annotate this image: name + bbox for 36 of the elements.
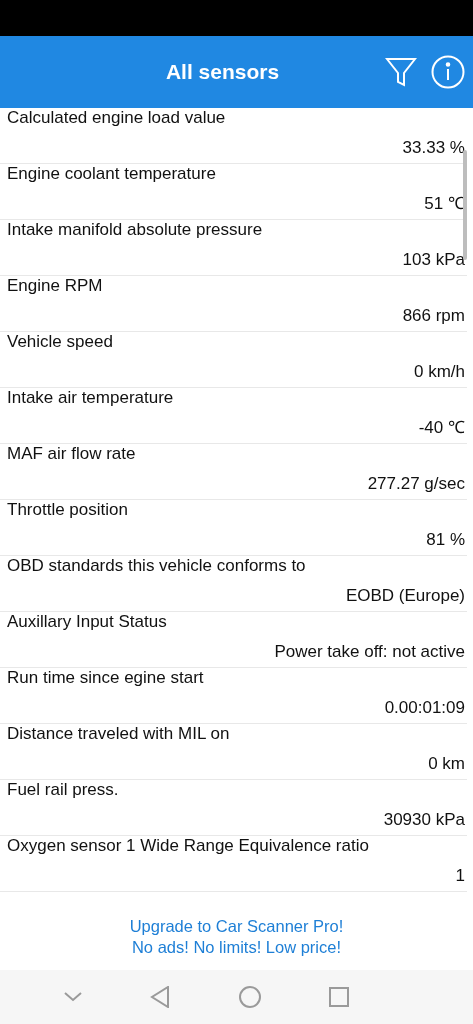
sensor-name: Engine coolant temperature (6, 164, 216, 184)
sensor-name: Oxygen sensor 1 Wide Range Equivalence ratio (6, 836, 369, 856)
upgrade-link[interactable]: No ads! No limits! Low price! (131, 937, 342, 958)
sensor-name: Run time since egine start (6, 668, 204, 688)
sensor-value: -40 ℃ (418, 418, 466, 438)
sensor-name: Calculated engine load value (6, 108, 226, 128)
filter-icon[interactable] (385, 56, 417, 88)
sensor-value: 33.33 % (402, 138, 466, 158)
sensor-name: Distance traveled with MIL on (6, 724, 230, 744)
sensor-name: Engine RPM (6, 276, 103, 296)
info-icon[interactable] (431, 55, 465, 89)
sensor-name: Vehicle speed (6, 332, 113, 352)
sensor-name: Fuel rail press. (6, 780, 119, 800)
sensor-name: MAF air flow rate (6, 444, 136, 464)
sensor-name: Intake manifold absolute pressure (6, 220, 263, 240)
sensor-value: 81 % (426, 530, 466, 550)
back-icon[interactable] (150, 986, 171, 1008)
sensor-value: 103 kPa (402, 250, 466, 270)
sensor-value: 277.27 g/sec (367, 474, 466, 494)
screen-title: All sensors (164, 60, 281, 84)
sensor-value: 0 km (428, 754, 466, 774)
sensor-value: Power take off: not active (274, 642, 466, 662)
sensor-name: Throttle position (6, 500, 128, 520)
recents-icon[interactable] (328, 987, 349, 1007)
upgrade-link[interactable]: Upgrade to Car Scanner Pro! (129, 916, 344, 937)
chevron-down-icon[interactable] (64, 992, 83, 1002)
sensor-name: OBD standards this vehicle conforms to (6, 556, 306, 576)
sensor-value: 0.00:01:09 (384, 698, 466, 718)
sensor-name: Auxillary Input Status (6, 612, 167, 632)
sensor-value: 30930 kPa (383, 810, 466, 830)
sensor-value: 0 km/h (413, 362, 466, 382)
sensor-value: 1 (455, 866, 466, 886)
sensor-value: 866 rpm (402, 306, 466, 326)
home-icon[interactable] (238, 986, 261, 1008)
sensor-value: EOBD (Europe) (345, 586, 466, 606)
sensor-name: Intake air temperature (6, 388, 174, 408)
